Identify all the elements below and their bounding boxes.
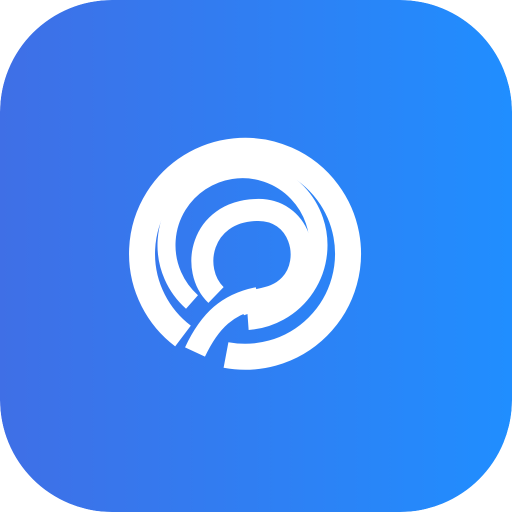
tile-background — [0, 0, 512, 512]
app-icon-svg — [0, 0, 512, 512]
app-icon-tile[interactable] — [0, 0, 512, 512]
